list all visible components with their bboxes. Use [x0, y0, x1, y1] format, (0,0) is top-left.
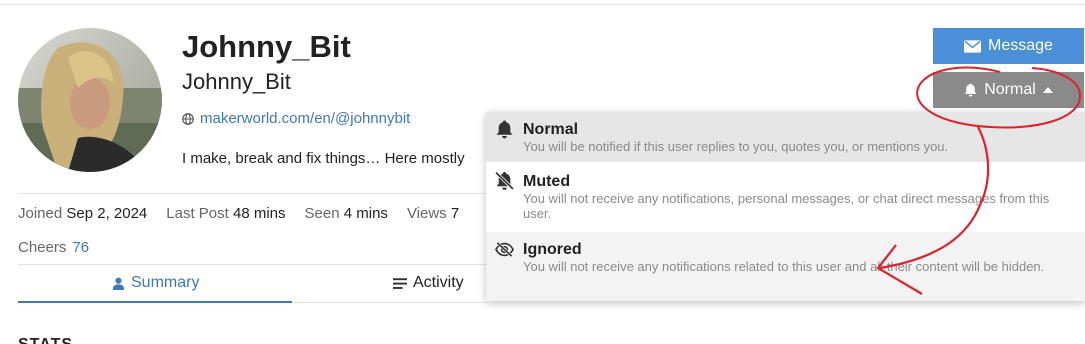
menu-item-ignored[interactable]: Ignored You will not receive any notific…	[486, 232, 1085, 301]
menu-item-title: Normal	[523, 121, 579, 138]
divider	[18, 193, 488, 194]
cheers-label: Cheers	[18, 239, 67, 256]
seen-value: 4 mins	[343, 205, 388, 222]
active-tab-indicator	[18, 301, 292, 303]
eye-slash-icon	[495, 241, 514, 258]
tab-activity[interactable]: Activity	[393, 274, 464, 292]
website-link[interactable]: makerworld.com/en/@johnnybit	[182, 110, 410, 127]
message-button-label: Message	[988, 37, 1053, 54]
message-button[interactable]: Message	[933, 28, 1084, 64]
menu-item-title: Muted	[523, 173, 571, 190]
profile-stats: Joined Sep 2, 2024 Last Post 48 mins See…	[18, 205, 459, 222]
menu-item-description: You will not receive any notifications r…	[523, 259, 1045, 274]
profile-username: Johnny_Bit	[182, 69, 291, 94]
menu-item-normal[interactable]: Normal You will be notified if this user…	[486, 112, 1085, 162]
cheers-stat: Cheers 76	[18, 239, 89, 256]
section-title: STATS	[18, 336, 73, 344]
notification-level-button[interactable]: Normal	[933, 72, 1084, 108]
menu-item-muted[interactable]: Muted You will not receive any notificat…	[486, 163, 1085, 231]
last-post-label: Last Post	[166, 205, 229, 222]
joined-value: Sep 2, 2024	[66, 205, 148, 222]
website-label: makerworld.com/en/@johnnybit	[200, 110, 411, 127]
notification-level-label: Normal	[984, 81, 1036, 98]
seen-label: Seen	[304, 205, 340, 222]
menu-item-title: Ignored	[523, 241, 582, 258]
last-post-value: 48 mins	[233, 205, 286, 222]
divider	[18, 264, 488, 265]
globe-icon	[182, 112, 194, 125]
envelope-icon	[964, 39, 982, 53]
joined-label: Joined	[18, 205, 63, 222]
top-divider	[0, 4, 1085, 5]
tab-summary[interactable]: Summary	[112, 274, 199, 292]
avatar[interactable]	[18, 28, 162, 172]
list-icon	[393, 277, 407, 289]
views-value: 7	[450, 205, 460, 222]
bell-slash-icon	[495, 171, 514, 190]
tab-activity-label: Activity	[413, 274, 464, 291]
bell-icon	[964, 83, 977, 97]
user-icon	[112, 277, 125, 290]
profile-bio: I make, break and fix things… Here mostl…	[182, 150, 465, 167]
cheers-value: 76	[72, 239, 90, 256]
menu-item-description: You will be notified if this user replie…	[523, 139, 949, 154]
menu-item-description: You will not receive any notifications, …	[523, 191, 1050, 221]
views-label: Views	[406, 205, 447, 222]
tabs-divider	[292, 302, 488, 303]
bell-icon	[496, 120, 513, 139]
notification-level-menu: Normal You will be notified if this user…	[486, 112, 1085, 301]
profile-name: Johnny_Bit	[182, 29, 351, 64]
tab-summary-label: Summary	[131, 274, 200, 291]
caret-up-icon	[1042, 87, 1053, 93]
